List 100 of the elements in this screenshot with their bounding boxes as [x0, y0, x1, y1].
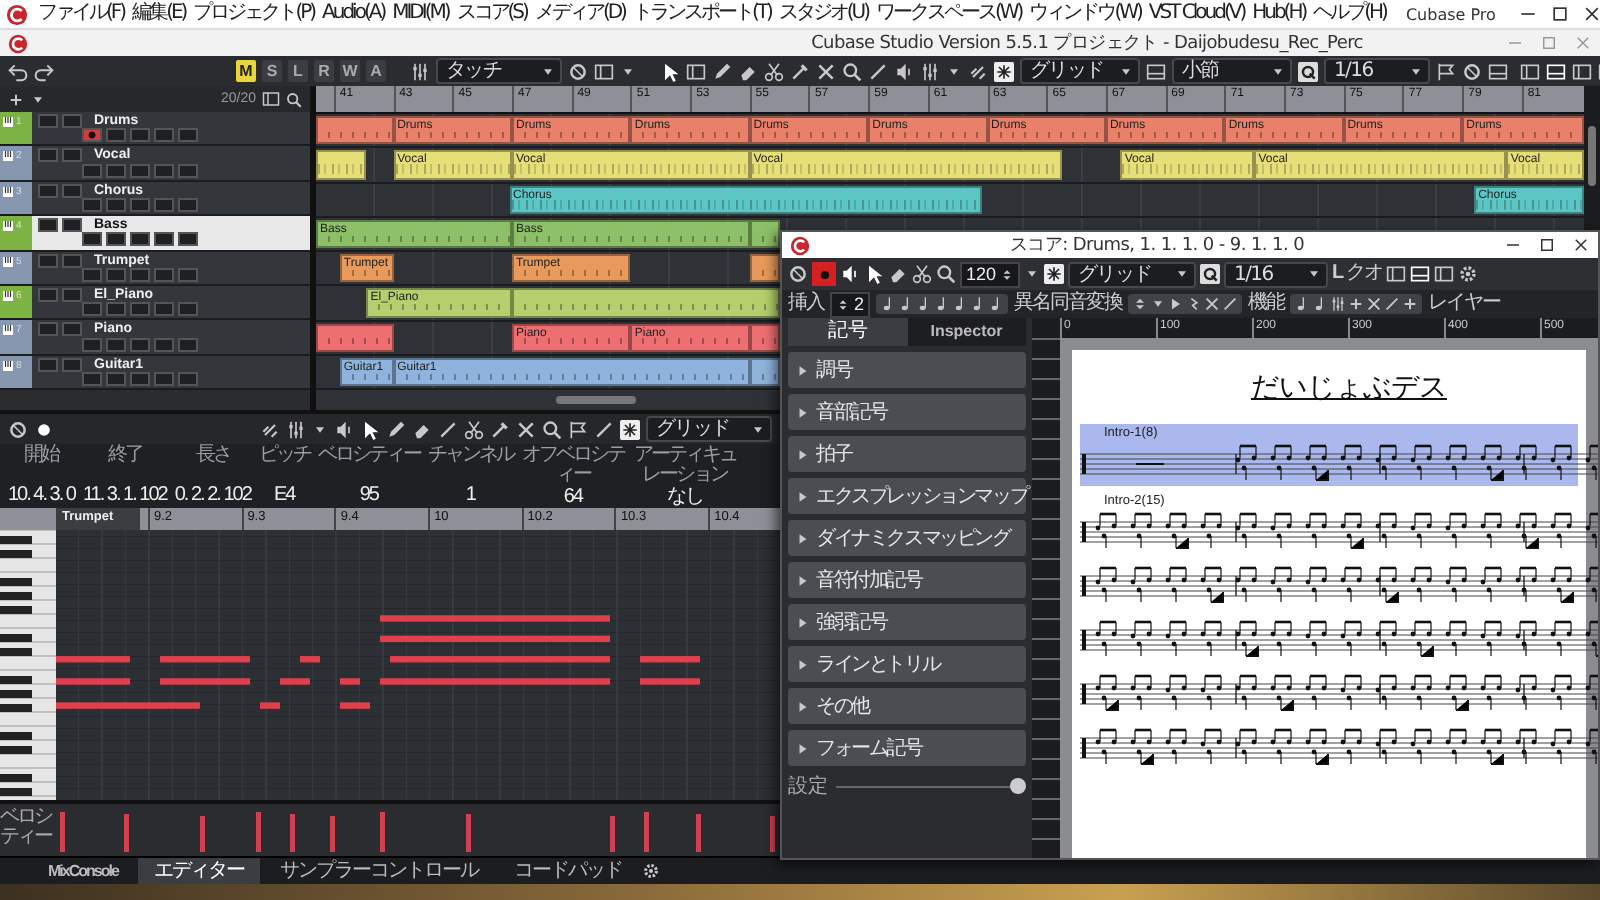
- add-track-icon[interactable]: [8, 91, 24, 107]
- caret-icon[interactable]: [620, 63, 636, 79]
- line-icon[interactable]: [594, 419, 614, 439]
- redo-icon[interactable]: [34, 61, 54, 81]
- settings-icon[interactable]: [788, 264, 808, 284]
- swing-icon[interactable]: [1436, 61, 1456, 81]
- flag-icon[interactable]: [568, 419, 588, 439]
- menu-item[interactable]: Audio(A): [318, 0, 389, 28]
- drum-staff[interactable]: [1080, 508, 1598, 552]
- info-value[interactable]: 95: [359, 484, 378, 506]
- mixer-icon[interactable]: [1330, 296, 1347, 312]
- layout-icon[interactable]: [262, 90, 280, 108]
- settings-icon[interactable]: [8, 419, 28, 439]
- undo-icon[interactable]: [8, 61, 28, 81]
- mute-icon[interactable]: [816, 61, 836, 81]
- left-zone-icon[interactable]: [1520, 61, 1540, 81]
- quantize-icon[interactable]: [1298, 61, 1318, 81]
- mixer-icon[interactable]: [286, 419, 306, 439]
- quantize-icon[interactable]: [1200, 264, 1221, 284]
- line-icon[interactable]: [1222, 296, 1239, 312]
- right-zone-icon[interactable]: [1434, 264, 1455, 284]
- menu-item[interactable]: ウィンドウ(W): [1025, 0, 1145, 28]
- link-icon[interactable]: [260, 419, 280, 439]
- plus-icon[interactable]: [1402, 296, 1419, 312]
- scissors-icon[interactable]: [464, 419, 484, 439]
- cross-icon[interactable]: [1366, 296, 1383, 312]
- record-button[interactable]: [82, 232, 102, 247]
- symbol-section[interactable]: ダイナミクスマッピング: [788, 520, 1026, 556]
- symbol-section[interactable]: 強弱記号: [788, 604, 1026, 640]
- caret-icon[interactable]: [946, 63, 962, 79]
- pointer-icon[interactable]: [360, 419, 380, 439]
- pointer-icon[interactable]: [660, 61, 680, 81]
- line-icon[interactable]: [1384, 296, 1401, 312]
- mode-button[interactable]: A: [366, 60, 386, 82]
- glue-icon[interactable]: [790, 61, 810, 81]
- maximize-icon[interactable]: [1549, 4, 1570, 24]
- lower-zone-icon[interactable]: [1410, 264, 1431, 284]
- search-icon[interactable]: [542, 419, 562, 439]
- insert-voice-field[interactable]: 2: [830, 291, 871, 317]
- settings-icon[interactable]: [641, 862, 660, 880]
- menu-item[interactable]: ワークスペース(W): [872, 0, 1026, 28]
- left-zone-icon[interactable]: [1386, 264, 1407, 284]
- menu-item[interactable]: スコア(S): [452, 0, 531, 28]
- symbol-section[interactable]: 調号: [788, 352, 1026, 388]
- symbol-section[interactable]: ラインとトリル: [788, 646, 1026, 682]
- snap-icon[interactable]: [1044, 264, 1065, 284]
- symbol-section[interactable]: 音部記号: [788, 394, 1026, 430]
- info-value[interactable]: E4: [274, 484, 295, 506]
- mode-button[interactable]: M: [236, 60, 256, 82]
- search-icon[interactable]: [286, 91, 302, 107]
- pencil-icon[interactable]: [386, 419, 406, 439]
- symbol-section[interactable]: 音符付加記号: [788, 562, 1026, 598]
- grid-icon[interactable]: [1146, 61, 1166, 81]
- menu-item[interactable]: VST Cloud(V): [1144, 0, 1249, 28]
- range-icon[interactable]: [686, 61, 706, 81]
- play-icon[interactable]: [1168, 296, 1185, 312]
- menu-item[interactable]: Hub(H): [1248, 0, 1310, 28]
- symbol-section[interactable]: フォーム記号: [788, 730, 1026, 766]
- mode-button[interactable]: L: [288, 60, 308, 82]
- eraser-icon[interactable]: [412, 419, 432, 439]
- automation-icon[interactable]: [410, 61, 430, 81]
- slider-thumb[interactable]: [1010, 778, 1026, 794]
- symbol-section[interactable]: 拍子: [788, 436, 1026, 472]
- symbol-section[interactable]: その他: [788, 688, 1026, 724]
- menu-item[interactable]: ファイル(F): [34, 0, 129, 28]
- mixer-icon[interactable]: [920, 61, 940, 81]
- info-value[interactable]: なし: [666, 486, 703, 508]
- stepper-icon[interactable]: [1132, 296, 1149, 312]
- maximize-icon[interactable]: [1538, 236, 1556, 254]
- menu-item[interactable]: トランスポート(T): [628, 0, 775, 28]
- panel-tab[interactable]: 記号: [788, 318, 907, 346]
- zone-tab[interactable]: MixConsole: [32, 858, 134, 884]
- mode-button[interactable]: W: [340, 60, 360, 82]
- suspend-icon[interactable]: [568, 61, 588, 81]
- speaker-icon[interactable]: [334, 419, 354, 439]
- quantize-dropdown[interactable]: 1/16: [1324, 58, 1430, 84]
- track-event[interactable]: [749, 254, 780, 283]
- speaker-icon[interactable]: [894, 61, 914, 81]
- mute-icon[interactable]: [516, 419, 536, 439]
- caret-icon[interactable]: [1024, 266, 1041, 282]
- rest-icon[interactable]: [1186, 296, 1203, 312]
- info-value[interactable]: 11. 3. 1. 102: [82, 484, 167, 506]
- constrain-icon[interactable]: [594, 61, 614, 81]
- info-value[interactable]: 64: [563, 486, 582, 508]
- search-icon[interactable]: [936, 264, 956, 284]
- grid-type-dropdown[interactable]: 小節: [1172, 58, 1292, 84]
- mode-button[interactable]: S: [262, 60, 282, 82]
- menu-item[interactable]: ヘルプ(H): [1309, 0, 1390, 28]
- scrollbar-thumb[interactable]: [556, 396, 636, 404]
- info-value[interactable]: 0. 2. 2. 102: [174, 484, 251, 506]
- glue-icon[interactable]: [490, 419, 510, 439]
- menu-item[interactable]: 編集(E): [128, 0, 190, 28]
- info-value[interactable]: 10. 4. 3. 0: [8, 484, 75, 506]
- snap-type-dropdown[interactable]: グリッド: [1020, 58, 1140, 84]
- midi-note[interactable]: [380, 635, 610, 643]
- mode-button[interactable]: R: [314, 60, 334, 82]
- lower-zone-icon[interactable]: [1546, 61, 1566, 81]
- pencil-icon[interactable]: [712, 61, 732, 81]
- search-icon[interactable]: [842, 61, 862, 81]
- scrollbar-thumb[interactable]: [1588, 126, 1596, 186]
